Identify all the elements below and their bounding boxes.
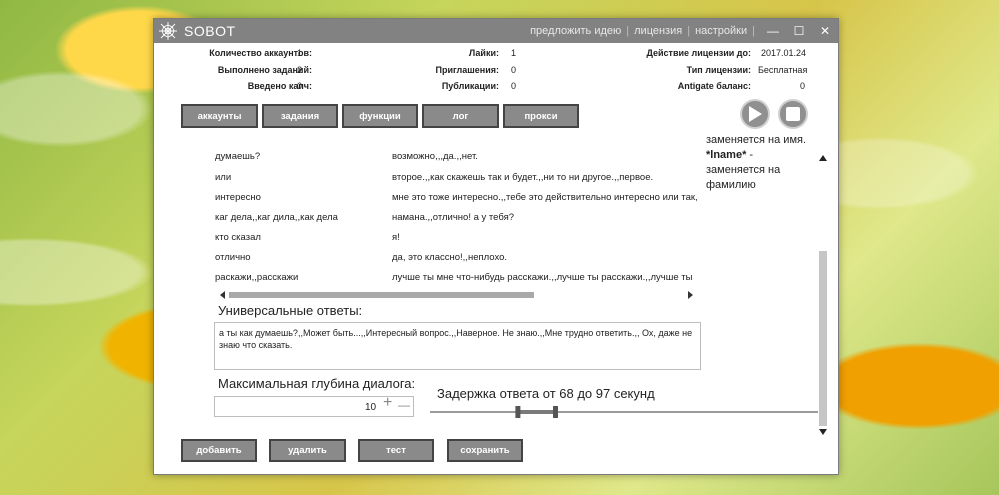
save-button[interactable]: сохранить xyxy=(447,439,523,462)
link-separator: | xyxy=(687,25,691,37)
slider-min-handle xyxy=(515,406,521,418)
accounts-count-value: 1 xyxy=(297,48,303,58)
table-horizontal-scrollbar[interactable] xyxy=(214,287,694,299)
start-button[interactable] xyxy=(740,99,770,129)
invites-label: Приглашения: xyxy=(435,65,499,75)
tab-accounts[interactable]: аккаунты xyxy=(181,104,258,128)
scrollbar-thumb xyxy=(229,292,534,298)
table-row-answer[interactable]: я! xyxy=(392,232,400,243)
minus-icon[interactable]: — xyxy=(398,399,410,411)
license-type-value: Бесплатная xyxy=(758,65,808,75)
table-row-answer[interactable]: второе.,,как скажешь так и будет.,,ни то… xyxy=(392,172,653,183)
tasks-done-label: Выполнено заданий: xyxy=(217,65,312,75)
likes-label: Лайки: xyxy=(468,48,499,58)
app-title: SOBOT xyxy=(184,23,236,39)
test-button[interactable]: тест xyxy=(358,439,434,462)
add-button[interactable]: добавить xyxy=(181,439,257,462)
help-line: фамилию xyxy=(706,179,756,191)
table-row-answer[interactable]: возможно,,,да.,,нет. xyxy=(392,151,478,162)
table-row-question[interactable]: отлично xyxy=(215,252,251,263)
scroll-right-arrow-icon xyxy=(688,291,693,299)
captcha-count-value: 0 xyxy=(297,81,303,91)
max-depth-value: 10 xyxy=(365,402,377,413)
license-until-label: Действие лицензии до: xyxy=(646,48,751,58)
scroll-down-arrow-icon[interactable] xyxy=(818,423,828,441)
posts-label: Публикации: xyxy=(441,81,499,91)
help-line: *lname* - xyxy=(706,148,826,163)
slider-range xyxy=(517,410,556,414)
spider-web-icon xyxy=(158,21,178,41)
delete-button[interactable]: удалить xyxy=(269,439,346,462)
table-row-answer[interactable]: намана.,,отлично! а у тебя? xyxy=(392,212,514,223)
antigate-balance-label: Antigate баланс: xyxy=(677,81,751,91)
likes-value: 1 xyxy=(511,48,517,58)
scroll-up-arrow-icon[interactable] xyxy=(818,149,828,167)
invites-value: 0 xyxy=(511,65,517,75)
captcha-count-label: Введено капч: xyxy=(247,81,312,91)
plus-icon[interactable]: + xyxy=(383,395,392,411)
variables-help-note: заменяется на имя. *lname* - заменяется … xyxy=(706,133,826,193)
slider-max-handle xyxy=(553,406,558,418)
play-icon xyxy=(749,106,762,122)
maximize-button[interactable]: ☐ xyxy=(786,24,812,38)
table-row-answer[interactable]: мне это тоже интересно.,,тебе это действ… xyxy=(392,192,697,203)
table-row-question[interactable]: или xyxy=(215,172,231,183)
posts-value: 0 xyxy=(511,81,517,91)
help-line: заменяется на имя. xyxy=(706,134,807,146)
universal-answers-label: Универсальные ответы: xyxy=(218,303,363,318)
antigate-balance-value: 0 xyxy=(800,81,806,91)
settings-link[interactable]: настройки xyxy=(695,25,747,37)
max-depth-label: Максимальная глубина диалога: xyxy=(218,376,416,391)
table-row-answer[interactable]: лучше ты мне что-нибудь расскажи.,,лучше… xyxy=(392,272,699,283)
minimize-button[interactable]: — xyxy=(760,24,786,38)
table-row-answer[interactable]: да, это классно!,,неплохо. xyxy=(392,252,507,263)
vertical-scrollbar-thumb[interactable] xyxy=(819,251,827,426)
table-row-question[interactable]: думаешь? xyxy=(215,151,260,162)
license-type-label: Тип лицензии: xyxy=(686,65,751,75)
license-link[interactable]: лицензия xyxy=(634,25,682,37)
suggest-idea-link[interactable]: предложить идею xyxy=(530,25,621,37)
stop-button[interactable] xyxy=(778,99,808,129)
tab-functions[interactable]: функции xyxy=(342,104,418,128)
table-row-question[interactable]: раскажи,,расскажи xyxy=(215,272,298,283)
scroll-left-arrow-icon xyxy=(220,291,225,299)
close-button[interactable]: ✕ xyxy=(812,24,838,38)
tab-tasks[interactable]: задания xyxy=(262,104,338,128)
slider-track xyxy=(430,411,818,413)
title-links: предложить идею | лицензия | настройки |… xyxy=(530,24,838,38)
accounts-count-label: Количество аккаунтов: xyxy=(209,48,312,58)
table-row-question[interactable]: интересно xyxy=(215,192,261,203)
lname-token: *lname* xyxy=(706,149,747,161)
help-line: заменяется на xyxy=(706,164,781,176)
title-bar: SOBOT предложить идею | лицензия | настр… xyxy=(154,19,838,43)
help-dash: - xyxy=(746,149,754,161)
tab-proxy[interactable]: прокси xyxy=(503,104,579,128)
link-separator: | xyxy=(752,25,755,37)
link-separator: | xyxy=(626,25,630,37)
tasks-done-value: 2 xyxy=(297,65,303,75)
universal-answers-textarea[interactable]: а ты как думаешь?,,Может быть...,,Интере… xyxy=(214,322,701,370)
stop-icon xyxy=(786,107,800,121)
response-delay-label: Задержка ответа от 68 до 97 секунд xyxy=(437,386,655,401)
response-delay-slider[interactable] xyxy=(430,405,818,424)
license-until-value: 2017.01.24 xyxy=(761,48,807,58)
table-row-question[interactable]: каг дела,,каг дила,,как дела xyxy=(215,212,338,223)
table-row-question[interactable]: кто сказал xyxy=(215,232,261,243)
app-window: SOBOT предложить идею | лицензия | настр… xyxy=(153,18,839,475)
max-depth-stepper[interactable]: 10 + — xyxy=(214,395,414,417)
tab-log[interactable]: лог xyxy=(422,104,499,128)
